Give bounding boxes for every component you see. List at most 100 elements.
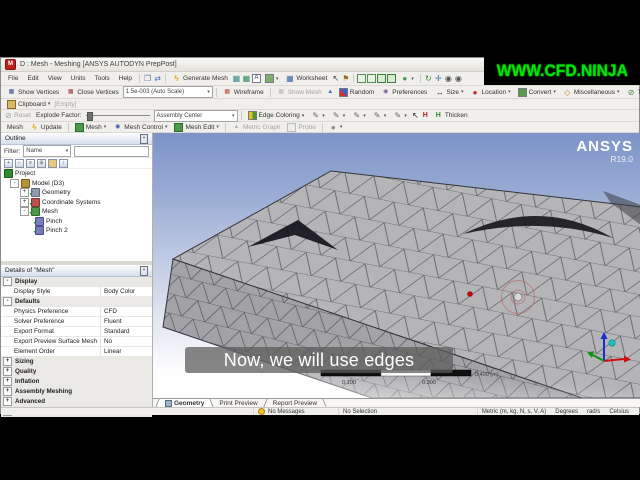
zoom-in-icon[interactable]: ◉ bbox=[444, 74, 453, 83]
tree-item-coordinate-systems[interactable]: + ✓ Coordinate Systems bbox=[1, 197, 152, 208]
graph-tree-icon[interactable]: ▲ bbox=[326, 88, 335, 97]
expand-icon[interactable]: + bbox=[3, 397, 12, 406]
expand-all-icon[interactable]: + bbox=[4, 158, 13, 168]
details-section-display[interactable]: - Display bbox=[1, 277, 152, 287]
slider-thumb[interactable] bbox=[86, 112, 93, 121]
tree-item-geometry[interactable]: + ✓ Geometry bbox=[1, 188, 152, 198]
edge-option-5-button[interactable]: ✎ ▾ bbox=[390, 110, 410, 121]
details-section-assembly-meshing[interactable]: + Assembly Meshing bbox=[1, 387, 152, 397]
collapse-icon[interactable]: - bbox=[3, 297, 12, 306]
h-marker-icon[interactable]: H bbox=[421, 111, 430, 120]
mesh-edit-button[interactable]: Mesh Edit ▾ bbox=[171, 122, 221, 132]
menu-edit[interactable]: Edit bbox=[23, 75, 42, 82]
paste-view-icon[interactable] bbox=[367, 74, 377, 83]
filter-search-input[interactable] bbox=[74, 145, 149, 157]
filter-type-combo[interactable]: Name ▾ bbox=[23, 145, 72, 157]
expand-icon[interactable]: + bbox=[3, 357, 12, 366]
tab-geometry[interactable]: Geometry bbox=[158, 399, 212, 407]
menu-tools[interactable]: Tools bbox=[90, 75, 113, 82]
collapse-all-icon[interactable]: − bbox=[15, 158, 24, 168]
isometric-ball[interactable] bbox=[608, 339, 616, 347]
edge-option-4-button[interactable]: ✎ ▾ bbox=[370, 110, 390, 121]
close-vertices-button[interactable]: ▦ Close Vertices bbox=[63, 86, 122, 98]
assembly-center-combo[interactable]: Assembly Center ▾ bbox=[153, 109, 238, 122]
options-button[interactable]: ● ▾ bbox=[326, 122, 346, 132]
details-row[interactable]: Element Order Linear bbox=[1, 347, 152, 357]
sphere-display-button[interactable]: ● ▾ bbox=[397, 72, 417, 85]
tree-item-project[interactable]: Project bbox=[1, 169, 152, 179]
image-capture-button[interactable]: ▾ bbox=[262, 72, 282, 85]
tab-print-preview[interactable]: Print Preview bbox=[212, 399, 264, 407]
duplicate-view-icon[interactable] bbox=[377, 74, 387, 83]
random-colors-button[interactable]: Random bbox=[336, 86, 378, 98]
mesh-grid-icon[interactable]: ▦ bbox=[232, 74, 241, 83]
refresh-icon[interactable]: ↻ bbox=[424, 74, 433, 83]
select-cursor-icon[interactable]: ↖ bbox=[331, 74, 340, 83]
pin-icon[interactable]: ▪ bbox=[140, 265, 148, 276]
metric-graph-button[interactable]: ▲ Metric Graph bbox=[229, 122, 284, 132]
collapse-icon[interactable]: - bbox=[10, 178, 19, 188]
mesh-control-button[interactable]: ◉ Mesh Control ▾ bbox=[110, 122, 170, 132]
tolerances-button[interactable]: ⊘ Tolerances bbox=[624, 86, 640, 98]
tree-item-model[interactable]: - Model (D3) bbox=[1, 178, 152, 189]
details-section-defaults[interactable]: - Defaults bbox=[1, 297, 152, 307]
tab-report-preview[interactable]: Report Preview bbox=[266, 399, 324, 407]
details-row[interactable]: Physics Preference CFD bbox=[1, 307, 152, 317]
zoom-out-icon[interactable]: ◉ bbox=[454, 74, 463, 83]
menu-view[interactable]: View bbox=[44, 75, 66, 82]
details-section-quality[interactable]: + Quality bbox=[1, 367, 152, 377]
explode-factor-slider[interactable] bbox=[85, 111, 150, 121]
auto-scale-combo[interactable]: 1.5e-003 (Auto Scale) ▾ bbox=[122, 86, 213, 98]
wireframe-button[interactable]: ▦ Wireframe bbox=[220, 86, 267, 98]
tree-item-mesh[interactable]: - ✓ Mesh bbox=[1, 207, 152, 217]
expand-models-icon[interactable]: ⊞ bbox=[37, 158, 46, 168]
window-layout-icon[interactable]: ❐ bbox=[143, 74, 152, 83]
edge-option-2-button[interactable]: ✎ ▾ bbox=[329, 110, 349, 121]
expand-icon[interactable]: + bbox=[20, 197, 29, 207]
status-messages[interactable]: No Messages bbox=[254, 408, 339, 415]
details-section-inflation[interactable]: + Inflation bbox=[1, 377, 152, 387]
collapse-icon[interactable]: - bbox=[20, 207, 29, 217]
show-vertices-button[interactable]: ▦ Show Vertices bbox=[4, 86, 62, 98]
sort-icon[interactable]: ↕ bbox=[59, 158, 68, 168]
reset-icon[interactable]: ⊘ bbox=[4, 111, 13, 120]
miscellaneous-menu-button[interactable]: ◇ Miscellaneous ▾ bbox=[560, 86, 623, 98]
thicken-button[interactable]: H Thicken bbox=[431, 110, 471, 121]
show-mesh-button[interactable]: ▦ Show Mesh bbox=[274, 86, 325, 98]
location-menu-button[interactable]: ● Location ▾ bbox=[467, 86, 513, 98]
pan-icon[interactable]: ✛ bbox=[434, 74, 443, 83]
collapse-environments-icon[interactable]: ≡ bbox=[26, 158, 35, 168]
tag-icon[interactable]: ⚑ bbox=[341, 74, 350, 83]
menu-file[interactable]: File bbox=[4, 75, 22, 82]
annotation-icon[interactable]: A bbox=[251, 74, 261, 83]
copy-view-icon[interactable] bbox=[357, 74, 367, 83]
size-menu-button[interactable]: ↔ Size ▾ bbox=[432, 86, 466, 98]
clipboard-button[interactable]: Clipboard ▾ bbox=[4, 99, 53, 109]
mesh-menu-button[interactable]: Mesh ▾ bbox=[72, 122, 109, 132]
menu-units[interactable]: Units bbox=[67, 75, 90, 82]
details-row[interactable]: Solver Preference Fluent bbox=[1, 317, 152, 327]
status-temperature-unit[interactable]: Celsius bbox=[609, 409, 629, 415]
expand-icon[interactable]: + bbox=[3, 387, 12, 396]
convert-menu-button[interactable]: Convert ▾ bbox=[515, 86, 559, 98]
details-section-advanced[interactable]: + Advanced bbox=[1, 397, 152, 407]
details-row[interactable]: Display Style Body Color bbox=[1, 287, 152, 297]
direction-arrow-icon[interactable]: ↖ bbox=[411, 111, 420, 120]
generate-mesh-button[interactable]: ϟ Generate Mesh bbox=[169, 72, 231, 85]
expand-icon[interactable]: + bbox=[20, 188, 29, 198]
swap-view-icon[interactable]: ⇄ bbox=[153, 74, 162, 83]
section-plane-icon[interactable]: ▦ bbox=[242, 74, 251, 83]
tree-item-pinch-2[interactable]: ✓ Pinch 2 bbox=[1, 226, 152, 236]
status-angle-unit[interactable]: Degrees bbox=[555, 409, 578, 415]
tree-item-pinch[interactable]: ✓ Pinch bbox=[1, 216, 152, 227]
collapse-icon[interactable]: - bbox=[3, 277, 12, 286]
edge-option-3-button[interactable]: ✎ ▾ bbox=[349, 110, 369, 121]
worksheet-button[interactable]: ▦ Worksheet bbox=[282, 72, 330, 85]
status-angular-unit[interactable]: rad/s bbox=[587, 409, 600, 415]
details-section-sizing[interactable]: + Sizing bbox=[1, 357, 152, 367]
worksheet-view-icon[interactable] bbox=[48, 158, 57, 168]
details-row[interactable]: Export Format Standard bbox=[1, 327, 152, 337]
menu-help[interactable]: Help bbox=[115, 75, 136, 82]
expand-icon[interactable]: + bbox=[3, 367, 12, 376]
manage-views-icon[interactable] bbox=[387, 74, 397, 83]
